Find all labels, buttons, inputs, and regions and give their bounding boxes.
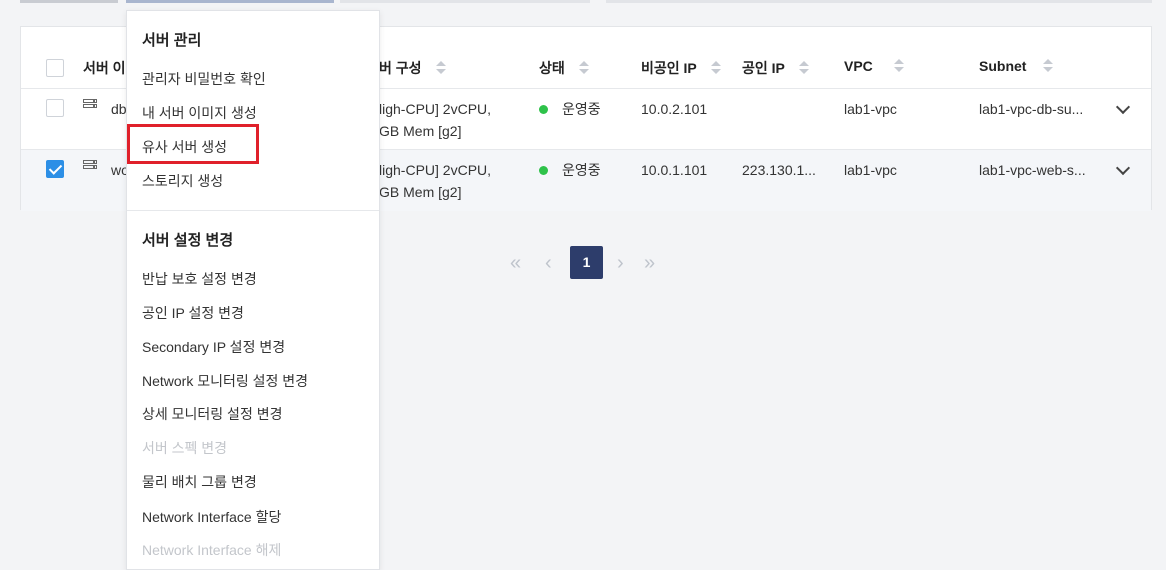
top-tab-1[interactable] [20, 0, 118, 3]
sort-icon[interactable] [893, 59, 904, 73]
column-vpc[interactable]: VPC [844, 58, 904, 74]
menu-item-change-server-spec: 서버 스펙 변경 [142, 440, 228, 456]
menu-item-public-ip-settings[interactable]: 공인 IP 설정 변경 [142, 303, 244, 323]
menu-item-check-admin-password[interactable]: 관리자 비밀번호 확인 [142, 69, 266, 89]
server-spec-line1: ligh-CPU] 2vCPU, [379, 101, 492, 117]
menu-item-create-storage[interactable]: 스토리지 생성 [142, 171, 223, 191]
menu-item-return-protection[interactable]: 반납 보호 설정 변경 [142, 269, 257, 289]
sort-icon[interactable] [798, 61, 809, 75]
column-public-ip[interactable]: 공인 IP [742, 58, 809, 78]
menu-section-server-settings: 서버 설정 변경 [142, 232, 234, 249]
select-all-checkbox[interactable] [46, 59, 64, 77]
column-private-ip[interactable]: 비공인 IP [641, 58, 721, 78]
top-tab-3[interactable] [340, 0, 590, 3]
chevron-down-icon[interactable] [1115, 160, 1131, 176]
private-ip: 10.0.2.101 [641, 101, 708, 117]
first-page-icon[interactable]: « [510, 246, 521, 280]
server-icon [83, 99, 97, 113]
server-spec-line2: GB Mem [g2] [379, 184, 462, 200]
status-running-icon [539, 166, 548, 175]
prev-page-icon[interactable]: ‹ [545, 246, 552, 280]
chevron-down-icon[interactable] [1115, 99, 1131, 115]
status-running-icon [539, 105, 548, 114]
column-server-spec[interactable]: 버 구성 [379, 58, 446, 78]
top-tab-2[interactable] [126, 0, 334, 3]
public-ip: 223.130.1... [742, 162, 816, 178]
menu-item-physical-placement-group[interactable]: 물리 배치 그룹 변경 [142, 472, 257, 492]
server-spec-line2: GB Mem [g2] [379, 123, 462, 139]
column-status[interactable]: 상태 [539, 58, 589, 78]
sort-icon[interactable] [1043, 59, 1054, 73]
server-actions-menu: 서버 관리 관리자 비밀번호 확인 내 서버 이미지 생성 유사 서버 생성 스… [126, 10, 380, 570]
column-server-name[interactable]: 서버 이 [83, 58, 126, 78]
server-status: 운영중 [539, 159, 601, 181]
menu-item-detailed-monitoring[interactable]: 상세 모니터링 설정 변경 [142, 404, 282, 424]
menu-divider [127, 210, 379, 211]
server-spec: ligh-CPU] 2vCPU, GB Mem [g2] [379, 98, 491, 142]
menu-section-server-management: 서버 관리 [142, 32, 202, 49]
menu-item-network-monitoring[interactable]: Network 모니터링 설정 변경 [142, 371, 308, 391]
menu-item-secondary-ip-settings[interactable]: Secondary IP 설정 변경 [142, 337, 285, 357]
server-spec-line1: ligh-CPU] 2vCPU, [379, 162, 492, 178]
row-checkbox[interactable] [46, 160, 64, 178]
sort-icon[interactable] [578, 61, 589, 75]
server-spec: ligh-CPU] 2vCPU, GB Mem [g2] [379, 159, 491, 203]
row-checkbox[interactable] [46, 99, 64, 117]
menu-item-assign-network-interface[interactable]: Network Interface 할당 [142, 507, 281, 527]
menu-item-create-server-image[interactable]: 내 서버 이미지 생성 [142, 103, 257, 123]
top-tab-4[interactable] [606, 0, 1152, 3]
sort-icon[interactable] [710, 61, 721, 75]
vpc-name: lab1-vpc [844, 162, 897, 178]
column-subnet[interactable]: Subnet [979, 58, 1054, 74]
sort-icon[interactable] [435, 61, 446, 75]
server-status: 운영중 [539, 98, 601, 120]
subnet-name: lab1-vpc-db-su... [979, 101, 1084, 117]
server-name[interactable]: db [111, 98, 127, 120]
private-ip: 10.0.1.101 [641, 162, 708, 178]
page-1-button[interactable]: 1 [570, 246, 603, 279]
menu-item-release-network-interface: Network Interface 해제 [142, 542, 282, 558]
last-page-icon[interactable]: » [644, 246, 655, 280]
server-icon [83, 160, 97, 174]
subnet-name: lab1-vpc-web-s... [979, 162, 1086, 178]
highlight-box [127, 124, 259, 164]
vpc-name: lab1-vpc [844, 101, 897, 117]
next-page-icon[interactable]: › [617, 246, 624, 280]
